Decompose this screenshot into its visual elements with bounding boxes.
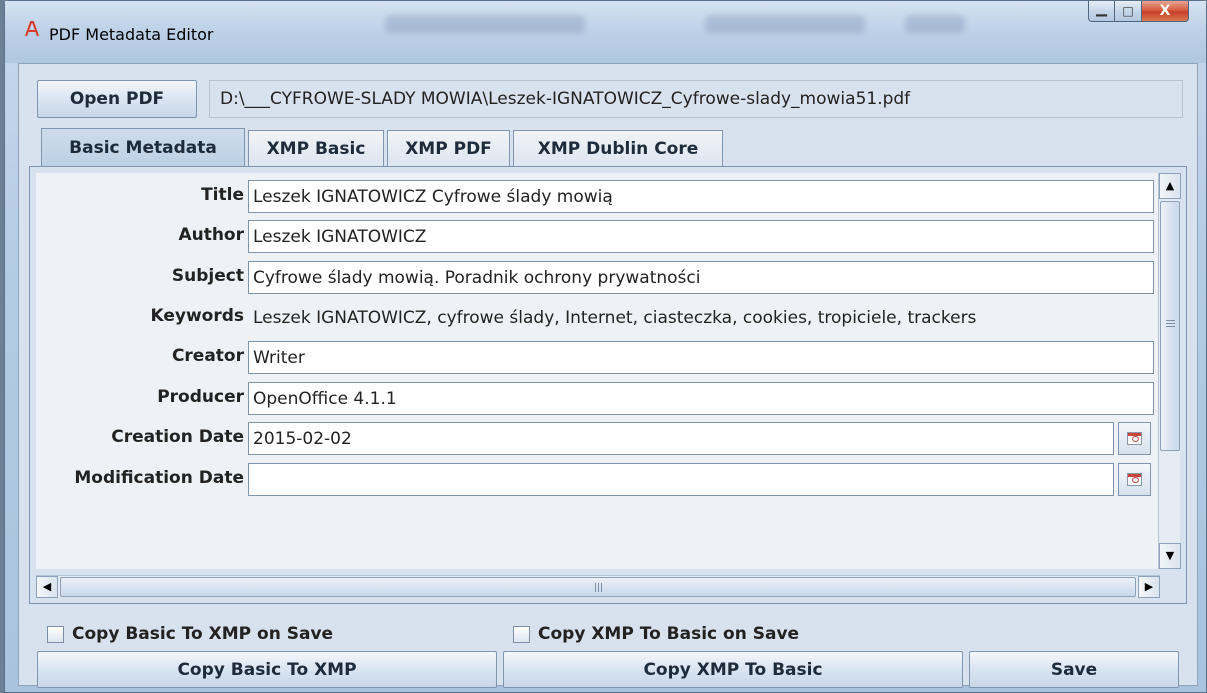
close-button[interactable]: X (1142, 1, 1189, 22)
keywords-field[interactable]: Leszek IGNATOWICZ, cyfrowe ślady, Intern… (248, 301, 1154, 334)
creation-date-field[interactable]: 2015-02-02 (248, 422, 1114, 455)
tab-xmp-dublin-core[interactable]: XMP Dublin Core (513, 130, 723, 166)
producer-field[interactable]: OpenOffice 4.1.1 (248, 382, 1154, 415)
copy-xmp-on-save-checkbox[interactable]: Copy XMP To Basic on Save (513, 624, 799, 644)
maximize-icon: □ (1122, 4, 1134, 18)
checkbox-icon[interactable] (513, 625, 530, 643)
copy-xmp-on-save-label: Copy XMP To Basic on Save (538, 624, 800, 644)
modification-date-label: Modification Date (74, 468, 244, 488)
pdf-icon (25, 21, 39, 37)
creation-date-row: Creation Date 2015-02-02 (36, 419, 1164, 457)
creation-date-picker-button[interactable] (1118, 422, 1151, 455)
calendar-icon (1127, 473, 1142, 486)
scroll-right-icon[interactable]: ▶ (1138, 576, 1160, 598)
save-button[interactable]: Save (969, 651, 1179, 688)
copy-basic-to-xmp-button[interactable]: Copy Basic To XMP (37, 651, 497, 688)
creator-row: Creator Writer (36, 338, 1164, 376)
title-bar[interactable]: PDF Metadata Editor ▁ □ X (5, 1, 1206, 63)
horizontal-scrollbar[interactable]: ◀ ▶ (36, 575, 1160, 598)
author-field[interactable]: Leszek IGNATOWICZ (248, 220, 1154, 253)
minimize-icon: ▁ (1096, 1, 1107, 17)
calendar-icon (1127, 432, 1142, 445)
minimize-button[interactable]: ▁ (1088, 1, 1115, 22)
author-row: Author Leszek IGNATOWICZ (36, 217, 1164, 255)
producer-row: Producer OpenOffice 4.1.1 (36, 379, 1164, 417)
app-window: PDF Metadata Editor ▁ □ X Open PDF D:\__… (4, 0, 1207, 693)
producer-label: Producer (157, 387, 244, 407)
checkbox-icon[interactable] (47, 625, 64, 643)
metadata-form: Title Leszek IGNATOWICZ Cyfrowe ślady mo… (36, 173, 1164, 569)
maximize-button[interactable]: □ (1115, 1, 1142, 22)
creator-field[interactable]: Writer (248, 341, 1154, 374)
modification-date-field[interactable] (248, 463, 1114, 496)
subject-row: Subject Cyfrowe ślady mowią. Poradnik oc… (36, 258, 1164, 296)
author-label: Author (178, 225, 244, 245)
horizontal-scroll-thumb[interactable] (60, 577, 1136, 597)
tab-basic-metadata[interactable]: Basic Metadata (41, 128, 245, 166)
basic-metadata-panel: Title Leszek IGNATOWICZ Cyfrowe ślady mo… (29, 166, 1187, 604)
subject-field[interactable]: Cyfrowe ślady mowią. Poradnik ochrony pr… (248, 261, 1154, 294)
creation-date-label: Creation Date (111, 427, 244, 447)
vertical-scroll-thumb[interactable] (1160, 201, 1180, 451)
modification-date-picker-button[interactable] (1118, 463, 1151, 496)
scroll-down-icon[interactable]: ▼ (1159, 543, 1181, 569)
open-pdf-button[interactable]: Open PDF (37, 80, 197, 118)
grip-icon (1166, 320, 1175, 327)
vertical-scrollbar[interactable]: ▲ ▼ (1158, 173, 1181, 569)
copy-basic-on-save-checkbox[interactable]: Copy Basic To XMP on Save (47, 624, 333, 644)
grip-icon (595, 583, 602, 592)
background-blur (905, 15, 965, 33)
file-path-field: D:\___CYFROWE-SLADY MOWIA\Leszek-IGNATOW… (209, 80, 1183, 118)
close-icon: X (1159, 3, 1171, 19)
creator-label: Creator (171, 346, 244, 366)
background-blur (385, 15, 585, 33)
client-area: Open PDF D:\___CYFROWE-SLADY MOWIA\Lesze… (18, 63, 1198, 688)
title-label: Title (201, 185, 244, 205)
window-title: PDF Metadata Editor (49, 25, 214, 44)
subject-label: Subject (171, 266, 244, 286)
caption-buttons: ▁ □ X (1088, 1, 1189, 22)
tab-xmp-pdf[interactable]: XMP PDF (387, 130, 510, 166)
tab-xmp-basic[interactable]: XMP Basic (248, 130, 384, 166)
copy-xmp-to-basic-button[interactable]: Copy XMP To Basic (503, 651, 963, 688)
title-field[interactable]: Leszek IGNATOWICZ Cyfrowe ślady mowią (248, 180, 1154, 213)
background-blur (705, 15, 865, 33)
keywords-label: Keywords (150, 306, 244, 326)
scroll-up-icon[interactable]: ▲ (1159, 173, 1181, 199)
modification-date-row: Modification Date (36, 460, 1164, 498)
copy-basic-on-save-label: Copy Basic To XMP on Save (72, 624, 334, 644)
title-row: Title Leszek IGNATOWICZ Cyfrowe ślady mo… (36, 177, 1164, 215)
keywords-row: Keywords Leszek IGNATOWICZ, cyfrowe ślad… (36, 298, 1164, 336)
tab-strip: Basic Metadata XMP Basic XMP PDF XMP Dub… (41, 128, 726, 166)
scroll-left-icon[interactable]: ◀ (36, 576, 58, 598)
